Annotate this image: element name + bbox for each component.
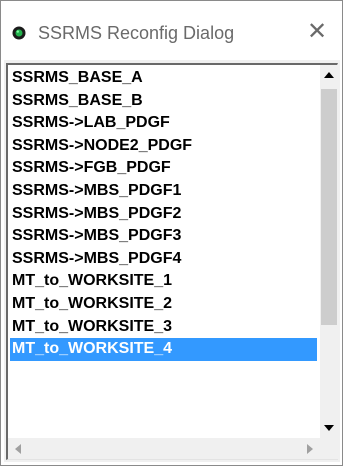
- vertical-scroll-thumb[interactable]: [321, 89, 337, 325]
- close-icon: ✕: [306, 17, 328, 45]
- list-item[interactable]: SSRMS->MBS_PDGF1: [10, 180, 317, 203]
- list-item[interactable]: SSRMS_BASE_B: [10, 90, 317, 113]
- green-orb-icon: [12, 26, 26, 40]
- close-button[interactable]: ✕: [297, 13, 337, 49]
- arrow-down-icon: [324, 425, 334, 431]
- list-item[interactable]: MT_to_WORKSITE_2: [10, 293, 317, 316]
- title-bar[interactable]: SSRMS Reconfig Dialog ✕: [1, 1, 342, 59]
- list-item[interactable]: SSRMS->MBS_PDGF2: [10, 203, 317, 226]
- horizontal-scrollbar[interactable]: [8, 438, 320, 459]
- list-item[interactable]: SSRMS->LAB_PDGF: [10, 112, 317, 135]
- window-title: SSRMS Reconfig Dialog: [38, 23, 235, 43]
- list-item[interactable]: SSRMS->MBS_PDGF4: [10, 248, 317, 271]
- list-item-selected[interactable]: MT_to_WORKSITE_4: [10, 338, 317, 361]
- reconfig-listbox[interactable]: SSRMS_BASE_A SSRMS_BASE_B SSRMS->LAB_PDGF S…: [6, 63, 338, 460]
- arrow-up-icon: [324, 72, 334, 78]
- scroll-left-button[interactable]: [8, 438, 28, 459]
- list-item[interactable]: SSRMS->NODE2_PDGF: [10, 135, 317, 158]
- scroll-down-button[interactable]: [320, 418, 338, 438]
- scroll-up-button[interactable]: [320, 65, 338, 85]
- list-item[interactable]: SSRMS->FGB_PDGF: [10, 157, 317, 180]
- scrollbar-corner: [320, 438, 338, 459]
- list-item[interactable]: MT_to_WORKSITE_3: [10, 316, 317, 339]
- arrow-right-icon: [307, 443, 313, 454]
- vertical-scrollbar[interactable]: [320, 65, 338, 438]
- arrow-left-icon: [15, 443, 21, 454]
- list-item[interactable]: MT_to_WORKSITE_1: [10, 270, 317, 293]
- list-item[interactable]: SSRMS->MBS_PDGF3: [10, 225, 317, 248]
- scroll-right-button[interactable]: [300, 438, 320, 459]
- list-item[interactable]: SSRMS_BASE_A: [10, 67, 317, 90]
- listbox-items: SSRMS_BASE_A SSRMS_BASE_B SSRMS->LAB_PDGF S…: [10, 67, 317, 433]
